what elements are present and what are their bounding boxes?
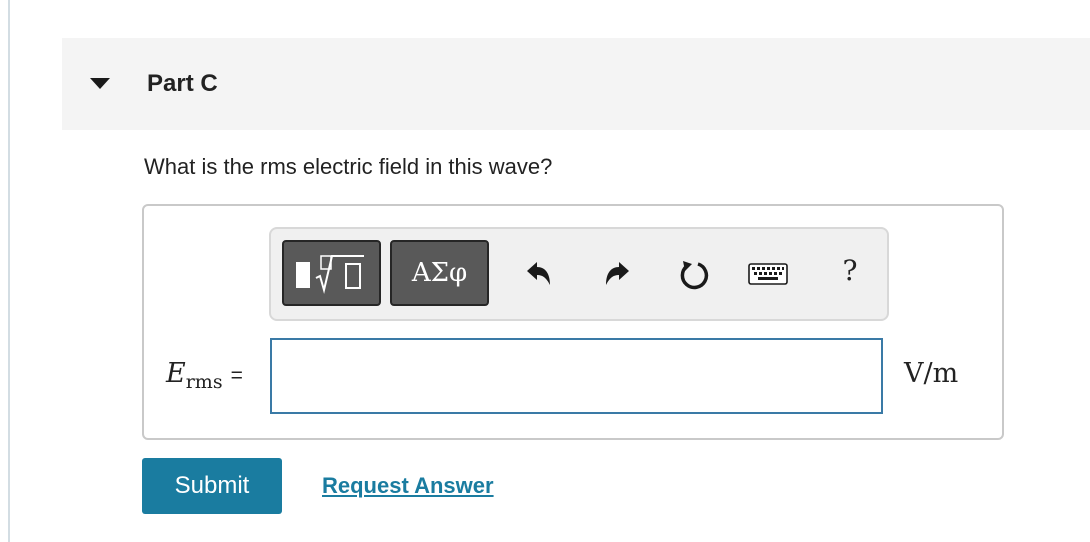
variable-symbol: E: [166, 358, 186, 389]
reset-button[interactable]: [677, 257, 711, 291]
templates-button[interactable]: [282, 240, 381, 306]
redo-icon: [606, 262, 629, 285]
variable-subscript: rms: [185, 371, 223, 393]
units-label: V/m: [904, 358, 959, 389]
math-toolbar: ΑΣφ ?: [269, 227, 889, 321]
keyboard-button[interactable]: [747, 257, 789, 291]
reset-icon: [680, 261, 709, 290]
help-button[interactable]: ?: [833, 253, 867, 287]
left-border-rule: [8, 0, 10, 542]
keyboard-icon: [748, 263, 788, 285]
submit-button[interactable]: Submit: [142, 458, 282, 514]
part-title: Part C: [147, 70, 218, 97]
redo-button[interactable]: [601, 257, 635, 291]
symbols-label: ΑΣφ: [411, 258, 468, 288]
answer-box: ΑΣφ ? Erms = V/m: [142, 204, 1004, 440]
undo-button[interactable]: [521, 257, 555, 291]
variable-label: Erms =: [166, 358, 243, 393]
collapse-caret-icon[interactable]: [90, 78, 110, 89]
question-text: What is the rms electric field in this w…: [144, 154, 553, 179]
symbols-button[interactable]: ΑΣφ: [390, 240, 489, 306]
part-header[interactable]: Part C: [62, 38, 1090, 130]
help-label: ?: [842, 253, 858, 287]
answer-input[interactable]: [270, 338, 883, 414]
equals-sign: =: [230, 364, 243, 387]
request-answer-link[interactable]: Request Answer: [322, 473, 494, 499]
templates-icon: [295, 255, 364, 294]
undo-icon: [527, 262, 550, 285]
